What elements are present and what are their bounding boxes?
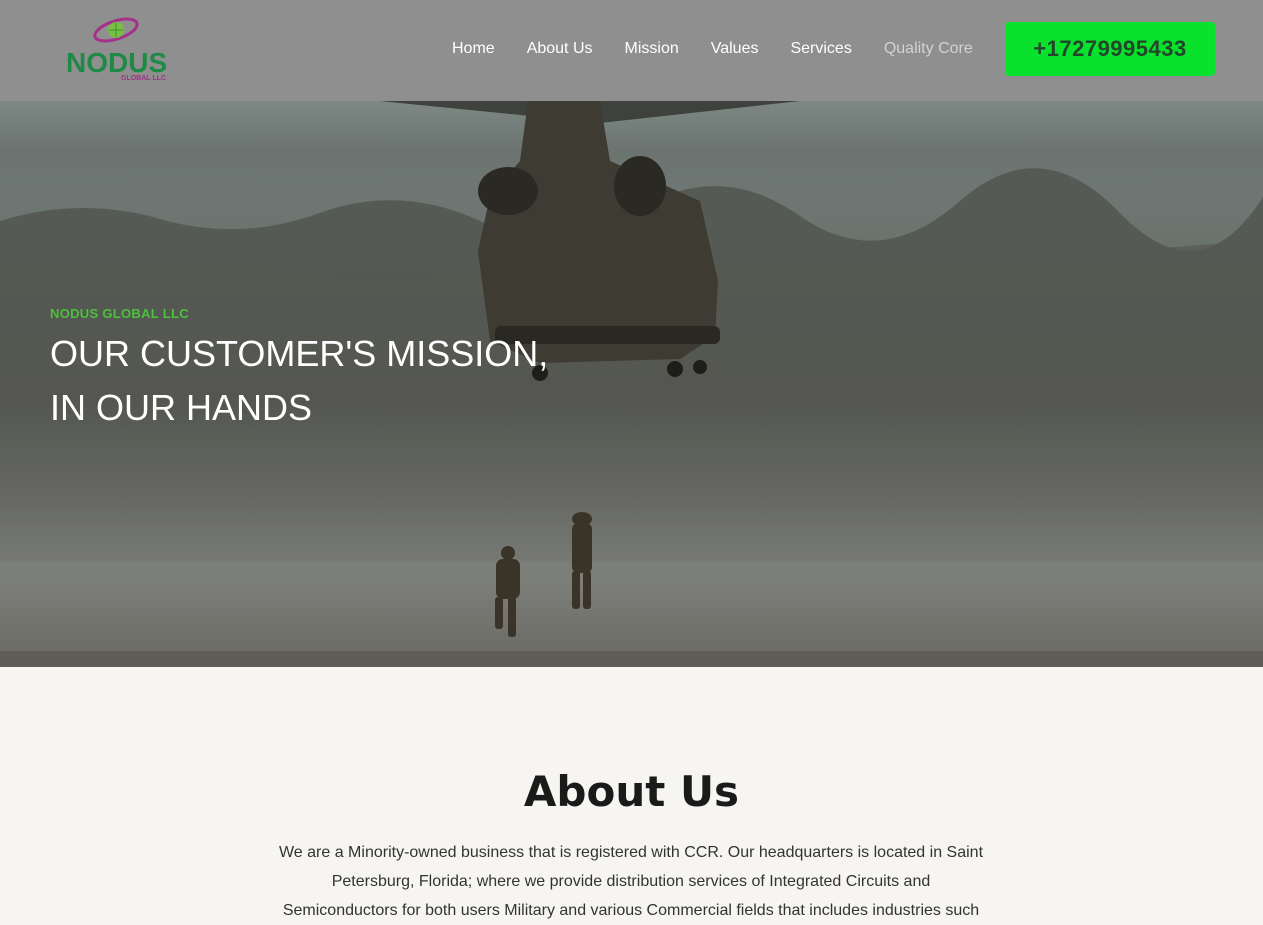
svg-text:NODUS: NODUS [66,47,166,78]
nav-services[interactable]: Services [790,40,851,58]
company-logo[interactable]: NODUS GLOBAL LLC [66,16,166,84]
svg-text:GLOBAL LLC: GLOBAL LLC [121,75,166,82]
hero-title: OUR CUSTOMER'S MISSION, IN OUR HANDS [50,327,548,435]
phone-button[interactable]: +17279995433 [1005,22,1215,76]
hero-title-line-2: IN OUR HANDS [50,387,313,428]
about-section: About Us We are a Minority-owned busines… [0,667,1263,919]
hero-section: NODUS GLOBAL LLC OUR CUSTOMER'S MISSION,… [0,101,1263,667]
nav-quality-core[interactable]: Quality Core [884,40,973,58]
nav-about-us[interactable]: About Us [527,40,593,58]
site-header: NODUS GLOBAL LLC Home About Us Mission V… [0,0,1263,101]
nodus-logo-icon: NODUS GLOBAL LLC [66,17,166,82]
hero-title-line-1: OUR CUSTOMER'S MISSION, [50,333,549,374]
main-nav: Home About Us Mission Values Services Qu… [452,38,973,60]
nav-mission[interactable]: Mission [625,40,679,58]
about-text: We are a Minority-owned business that is… [278,844,984,919]
about-title: About Us [523,767,740,816]
hero-kicker: NODUS GLOBAL LLC [50,306,189,321]
nav-values[interactable]: Values [711,40,759,58]
nav-home[interactable]: Home [452,40,495,58]
